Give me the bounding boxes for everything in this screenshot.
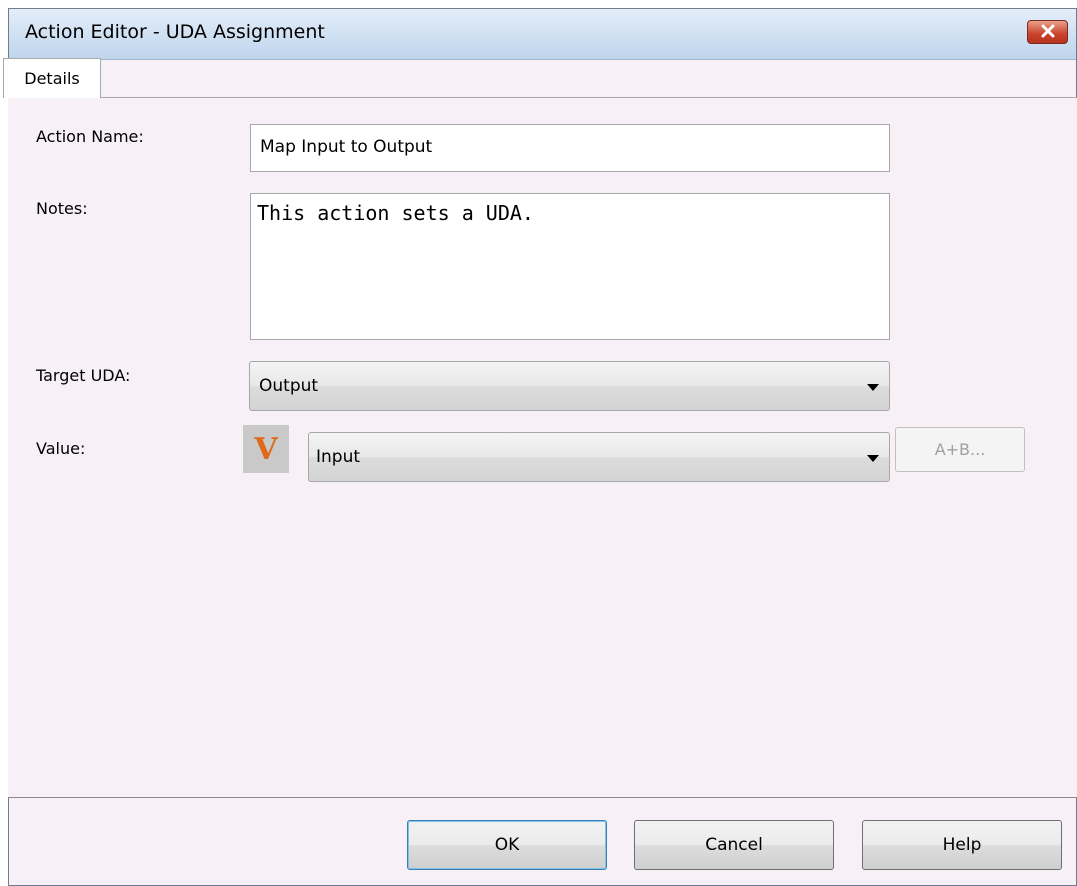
tab-details[interactable]: Details [3, 58, 101, 98]
notes-textarea[interactable]: This action sets a UDA. [250, 193, 890, 340]
target-uda-value: Output [259, 376, 319, 396]
ok-label: OK [494, 835, 520, 855]
value-selected: Input [316, 447, 361, 467]
target-uda-dropdown[interactable]: Output [249, 361, 890, 411]
action-name-value: Map Input to Output [260, 137, 433, 157]
window-title: Action Editor - UDA Assignment [25, 21, 325, 43]
expression-builder-button[interactable]: A+B... [895, 427, 1025, 472]
cancel-label: Cancel [705, 835, 763, 855]
action-name-label: Action Name: [36, 127, 144, 146]
variable-icon-glyph: V [254, 431, 278, 467]
tab-details-label: Details [24, 69, 80, 88]
help-button[interactable]: Help [862, 820, 1062, 870]
help-label: Help [942, 835, 982, 855]
ok-button[interactable]: OK [407, 820, 607, 870]
value-label: Value: [36, 439, 86, 458]
target-uda-label: Target UDA: [36, 366, 131, 385]
expression-builder-label: A+B... [934, 440, 986, 459]
value-dropdown[interactable]: Input [308, 432, 890, 482]
notes-label: Notes: [36, 199, 88, 218]
cancel-button[interactable]: Cancel [634, 820, 834, 870]
notes-value: This action sets a UDA. [257, 201, 534, 225]
close-button[interactable] [1027, 20, 1068, 44]
title-bar[interactable]: Action Editor - UDA Assignment [9, 9, 1076, 60]
variable-icon[interactable]: V [243, 425, 289, 473]
chevron-down-icon [867, 384, 879, 391]
close-icon [1040, 23, 1056, 42]
action-name-field[interactable]: Map Input to Output [250, 124, 890, 172]
chevron-down-icon [867, 455, 879, 462]
